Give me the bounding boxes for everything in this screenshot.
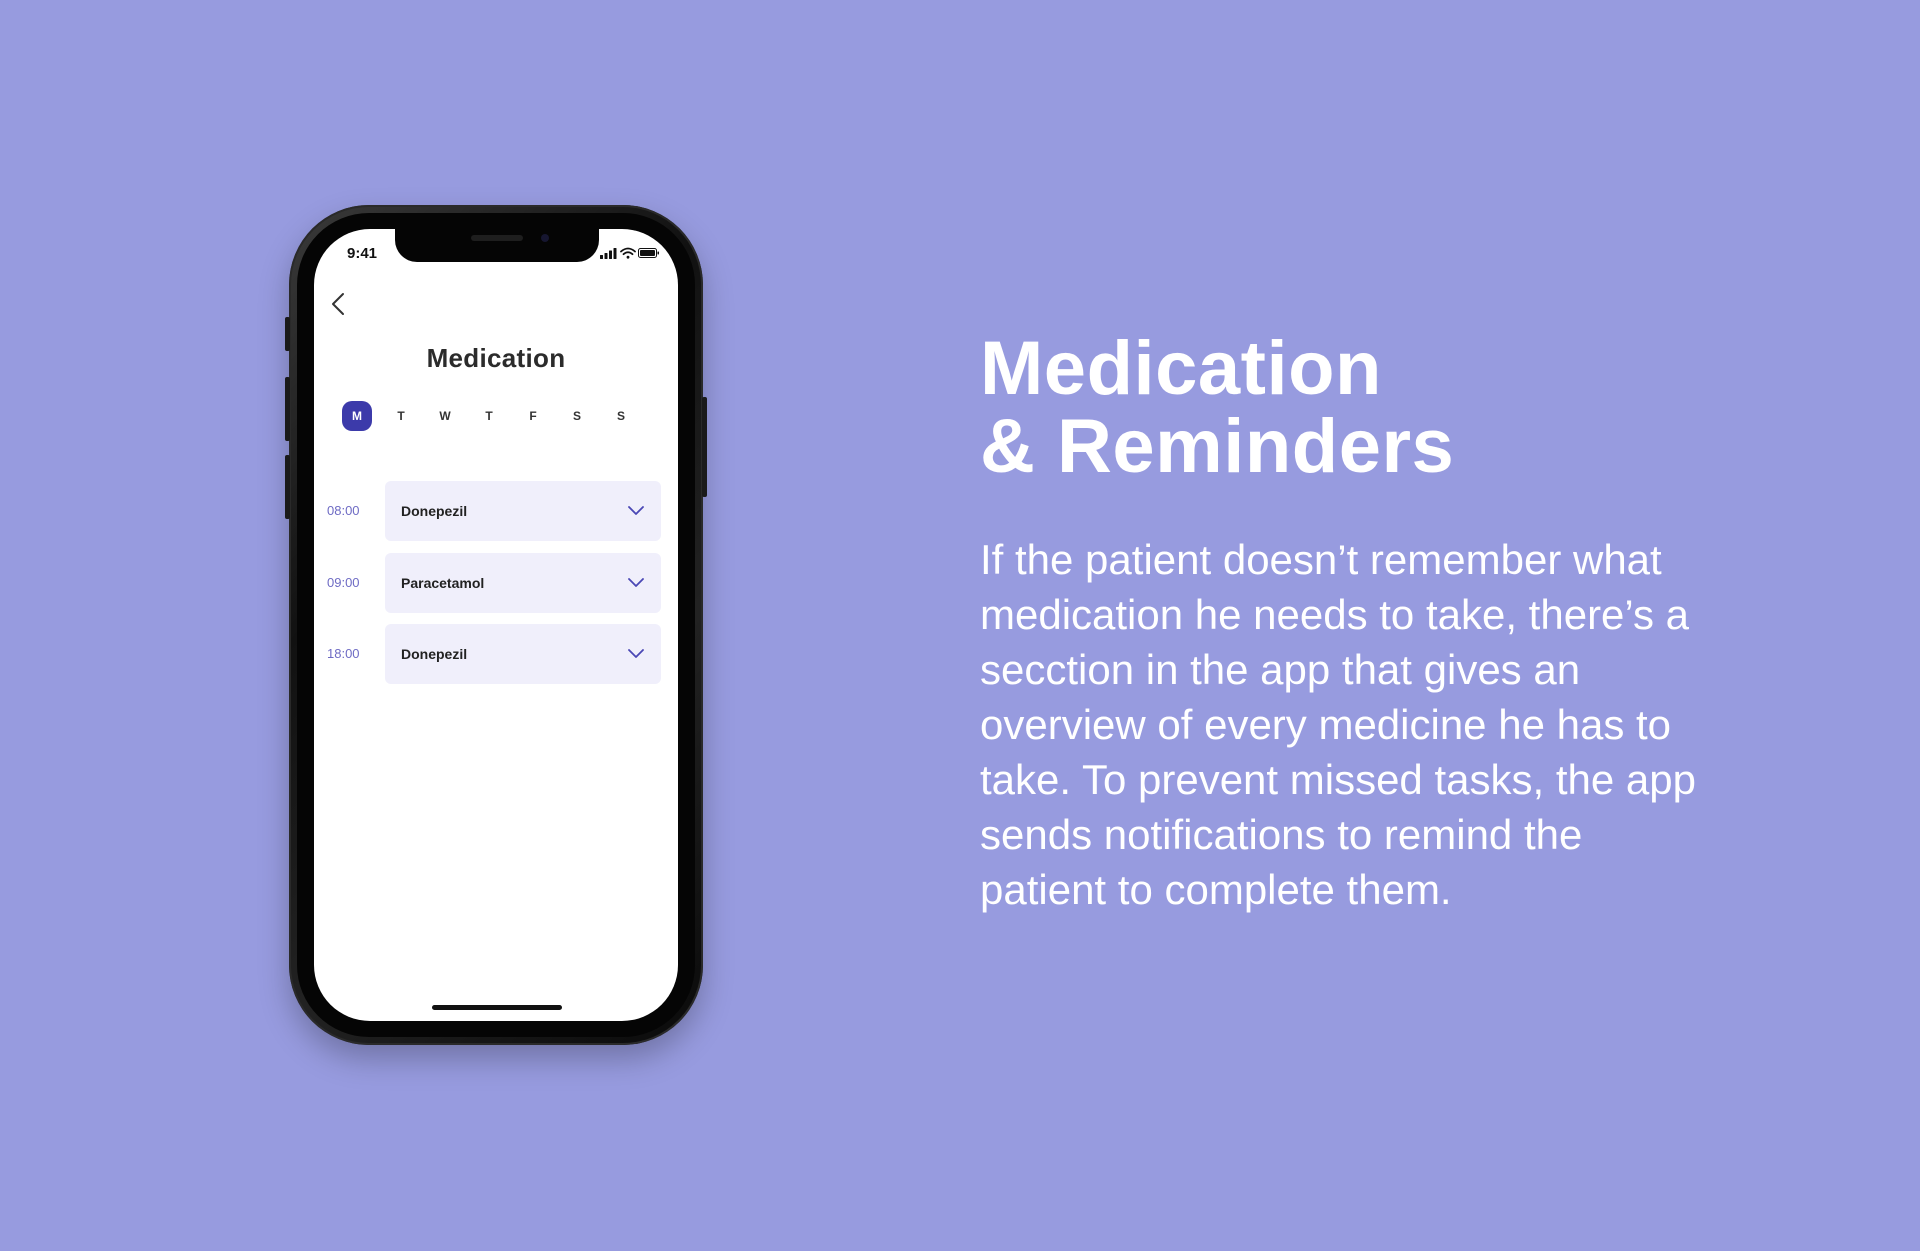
chevron-down-icon[interactable]	[627, 503, 645, 519]
phone-mockup: 9:41 Medication M T W T F S S 08:00 Done…	[285, 205, 707, 1045]
chevron-down-icon[interactable]	[627, 575, 645, 591]
phone-power-button	[702, 397, 707, 497]
schedule-time: 09:00	[327, 575, 360, 590]
phone-screen: 9:41 Medication M T W T F S S 08:00 Done…	[314, 229, 678, 1021]
speaker-grille	[471, 235, 523, 241]
day-thursday[interactable]: T	[474, 401, 504, 431]
schedule-row: 09:00 Paracetamol	[314, 553, 678, 613]
status-bar-time: 9:41	[347, 245, 378, 262]
phone-notch	[395, 229, 599, 262]
medication-card[interactable]: Donepezil	[385, 481, 661, 541]
day-friday[interactable]: F	[518, 401, 548, 431]
chevron-left-icon[interactable]	[324, 289, 354, 319]
home-indicator[interactable]	[432, 1005, 562, 1010]
status-bar-icons	[600, 247, 659, 259]
day-wednesday[interactable]: W	[430, 401, 460, 431]
day-tuesday[interactable]: T	[386, 401, 416, 431]
headline: Medication & Reminders	[980, 330, 1454, 486]
phone-volume-down-button	[285, 455, 290, 519]
phone-volume-up-button	[285, 377, 290, 441]
medication-name: Donepezil	[401, 646, 468, 662]
schedule-time: 08:00	[327, 503, 360, 518]
medication-name: Paracetamol	[401, 575, 485, 591]
schedule-row: 08:00 Donepezil	[314, 481, 678, 541]
day-monday[interactable]: M	[342, 401, 372, 431]
chevron-down-icon[interactable]	[627, 646, 645, 662]
medication-card[interactable]: Donepezil	[385, 624, 661, 684]
schedule-time: 18:00	[327, 646, 360, 661]
page-title: Medication	[426, 343, 566, 373]
cellular-signal-icon	[600, 248, 617, 259]
headline-line-1: Medication	[980, 326, 1382, 411]
front-camera	[541, 234, 549, 242]
schedule-row: 18:00 Donepezil	[314, 624, 678, 684]
phone-silent-switch	[285, 317, 290, 351]
battery-icon	[638, 248, 659, 258]
headline-line-2: & Reminders	[980, 404, 1455, 489]
wifi-icon	[620, 247, 636, 259]
description-text: If the patient doesn’t remember what med…	[980, 536, 1696, 913]
medication-name: Donepezil	[401, 503, 468, 519]
day-sunday[interactable]: S	[606, 401, 636, 431]
day-saturday[interactable]: S	[562, 401, 592, 431]
medication-card[interactable]: Paracetamol	[385, 553, 661, 613]
